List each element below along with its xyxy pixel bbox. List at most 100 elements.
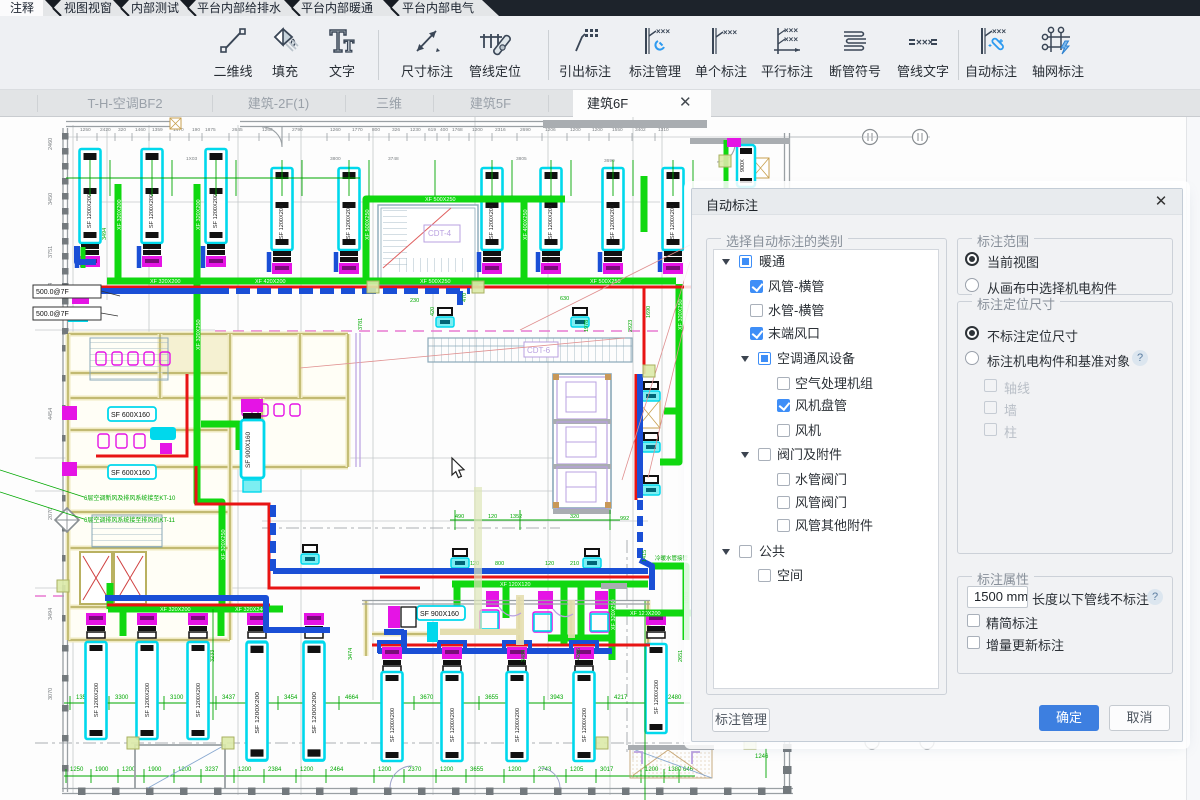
svg-text:800: 800 bbox=[495, 561, 504, 567]
svg-text:1978: 1978 bbox=[584, 320, 590, 332]
svg-text:1200: 1200 bbox=[592, 127, 603, 133]
svg-text:平台内部电气: 平台内部电气 bbox=[402, 0, 474, 15]
svg-text:XF 320X250: XF 320X250 bbox=[678, 299, 684, 330]
svg-text:320: 320 bbox=[118, 127, 126, 133]
svg-text:3800: 3800 bbox=[330, 156, 341, 162]
svg-text:1200: 1200 bbox=[472, 127, 483, 133]
svg-text:619: 619 bbox=[428, 127, 436, 133]
svg-text:326: 326 bbox=[392, 127, 400, 133]
svg-text:190: 190 bbox=[192, 127, 200, 133]
svg-text:3402: 3402 bbox=[635, 127, 646, 133]
svg-text:2460: 2460 bbox=[48, 138, 54, 150]
svg-text:3454: 3454 bbox=[284, 695, 298, 701]
svg-text:×××: ××× bbox=[656, 27, 670, 36]
svg-text:1900: 1900 bbox=[148, 767, 162, 773]
svg-text:1310: 1310 bbox=[658, 127, 669, 133]
svg-text:1770: 1770 bbox=[352, 127, 363, 133]
svg-text:800: 800 bbox=[372, 127, 380, 133]
svg-text:2923: 2923 bbox=[628, 320, 634, 332]
svg-text:1X03: 1X03 bbox=[186, 156, 198, 162]
svg-text:3300: 3300 bbox=[115, 695, 129, 701]
svg-text:2420: 2420 bbox=[100, 127, 111, 133]
svg-text:×××: ××× bbox=[784, 26, 798, 35]
svg-text:1250: 1250 bbox=[70, 767, 84, 773]
svg-text:3237: 3237 bbox=[205, 767, 219, 773]
svg-text:SF 600X160: SF 600X160 bbox=[111, 470, 150, 477]
svg-text:XF 320X200: XF 320X200 bbox=[117, 199, 123, 230]
svg-text:4664: 4664 bbox=[345, 695, 359, 701]
svg-text:1359: 1359 bbox=[152, 127, 163, 133]
svg-text:320: 320 bbox=[570, 514, 579, 520]
svg-text:2464: 2464 bbox=[330, 767, 344, 773]
svg-text:SF 600X160: SF 600X160 bbox=[111, 412, 150, 419]
svg-text:900X: 900X bbox=[740, 159, 746, 172]
svg-text:XF 320X250: XF 320X250 bbox=[196, 319, 202, 350]
svg-text:470: 470 bbox=[462, 293, 468, 302]
svg-text:1690: 1690 bbox=[646, 306, 652, 318]
svg-text:2316: 2316 bbox=[495, 127, 506, 133]
svg-text:3943: 3943 bbox=[550, 695, 564, 701]
svg-text:×××: ××× bbox=[916, 38, 934, 49]
svg-text:1768: 1768 bbox=[452, 127, 463, 133]
svg-text:500.0@7F: 500.0@7F bbox=[36, 311, 69, 318]
svg-text:3751: 3751 bbox=[48, 246, 54, 258]
svg-text:120: 120 bbox=[488, 514, 497, 520]
svg-text:平台内部给排水: 平台内部给排水 bbox=[197, 0, 281, 15]
svg-text:1200: 1200 bbox=[300, 767, 314, 773]
svg-text:1206: 1206 bbox=[545, 127, 556, 133]
svg-text:1200: 1200 bbox=[238, 767, 252, 773]
svg-text:XF 420X200: XF 420X200 bbox=[255, 279, 286, 285]
svg-text:XF 500X250: XF 500X250 bbox=[425, 197, 456, 203]
svg-text:3474: 3474 bbox=[348, 648, 354, 660]
svg-text:2480: 2480 bbox=[668, 695, 682, 701]
svg-text:1352: 1352 bbox=[510, 514, 522, 520]
svg-text:1460: 1460 bbox=[135, 127, 146, 133]
svg-text:3781: 3781 bbox=[358, 318, 364, 330]
svg-text:630: 630 bbox=[560, 296, 569, 302]
svg-text:4265: 4265 bbox=[576, 648, 582, 660]
svg-text:SF 900X160: SF 900X160 bbox=[245, 431, 252, 468]
svg-text:XF 500X250: XF 500X250 bbox=[365, 209, 371, 240]
svg-text:1260: 1260 bbox=[330, 127, 341, 133]
svg-text:6层空调排风系统接至排风机KT-11: 6层空调排风系统接至排风机KT-11 bbox=[84, 516, 176, 524]
svg-text:3655: 3655 bbox=[485, 695, 499, 701]
svg-text:1875: 1875 bbox=[205, 127, 216, 133]
svg-text:XF 320X200: XF 320X200 bbox=[196, 199, 202, 230]
svg-text:2370: 2370 bbox=[408, 767, 422, 773]
svg-text:3655: 3655 bbox=[470, 767, 484, 773]
svg-text:3805: 3805 bbox=[516, 156, 527, 162]
svg-text:2790: 2790 bbox=[292, 127, 303, 133]
svg-text:400: 400 bbox=[440, 127, 448, 133]
svg-text:120: 120 bbox=[545, 561, 554, 567]
svg-text:冷暖水管接管: 冷暖水管接管 bbox=[655, 554, 689, 562]
svg-text:2645: 2645 bbox=[232, 127, 243, 133]
svg-text:2384: 2384 bbox=[268, 767, 282, 773]
svg-text:1200: 1200 bbox=[378, 767, 392, 773]
svg-text:SF 900X160: SF 900X160 bbox=[420, 611, 459, 618]
svg-text:3494: 3494 bbox=[48, 608, 54, 620]
svg-text:1230: 1230 bbox=[410, 127, 421, 133]
svg-text:平台内部暖通: 平台内部暖通 bbox=[301, 0, 373, 15]
svg-text:1415: 1415 bbox=[642, 550, 648, 562]
svg-text:210: 210 bbox=[570, 561, 579, 567]
svg-text:3450: 3450 bbox=[48, 193, 54, 205]
svg-text:CDT-6: CDT-6 bbox=[527, 346, 551, 355]
svg-text:XF 120X120: XF 120X120 bbox=[500, 582, 531, 588]
svg-text:2651: 2651 bbox=[678, 650, 684, 662]
svg-text:1900: 1900 bbox=[95, 767, 109, 773]
svg-text:500.0@7F: 500.0@7F bbox=[36, 289, 69, 296]
svg-text:×××: ××× bbox=[723, 28, 737, 37]
svg-text:4217: 4217 bbox=[614, 695, 628, 701]
svg-text:1246: 1246 bbox=[755, 754, 769, 760]
svg-text:1205: 1205 bbox=[570, 767, 584, 773]
svg-text:XF 400X250: XF 400X250 bbox=[523, 209, 529, 240]
svg-text:4454: 4454 bbox=[48, 408, 54, 420]
svg-text:3494: 3494 bbox=[102, 228, 108, 240]
svg-text:XF 320X250: XF 320X250 bbox=[221, 529, 227, 560]
svg-text:3748: 3748 bbox=[388, 156, 399, 162]
svg-text:1200: 1200 bbox=[570, 127, 581, 133]
svg-text:3233: 3233 bbox=[210, 650, 216, 662]
svg-text:XF 320X200: XF 320X200 bbox=[150, 279, 181, 285]
svg-text:490: 490 bbox=[455, 514, 464, 520]
svg-text:2690: 2690 bbox=[520, 127, 531, 133]
